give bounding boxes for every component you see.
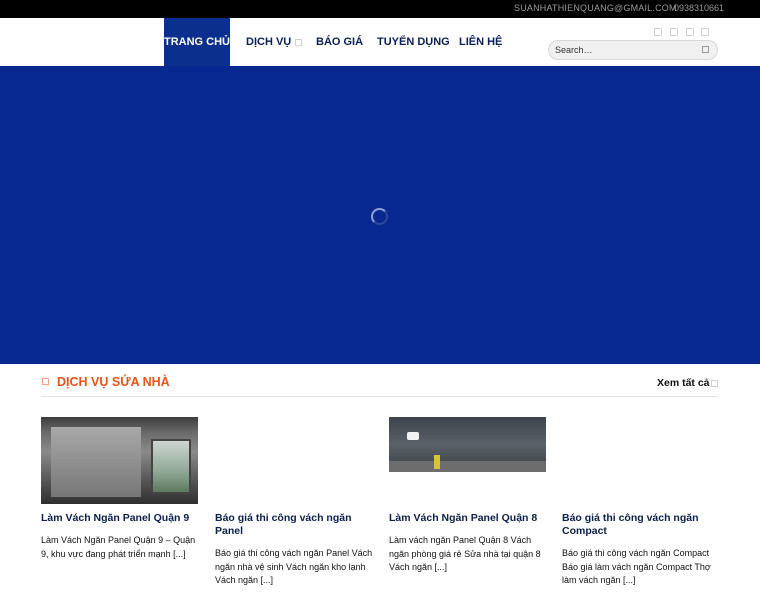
nav-item-recruitment[interactable]: TUYỂN DỤNG [377, 18, 450, 66]
email-icon[interactable] [701, 28, 709, 36]
search-icon[interactable] [702, 46, 709, 53]
thumb-window [151, 439, 191, 494]
post-thumbnail[interactable] [389, 417, 546, 472]
nav-item-pricing-label: BÁO GIÁ [316, 36, 364, 48]
nav-item-home-label: TRANG CHỦ [164, 36, 230, 48]
post-excerpt: Làm Vách Ngăn Panel Quận 9 – Quận 9, khu… [41, 535, 196, 559]
thumb-light [407, 432, 419, 440]
post-thumbnail[interactable] [41, 417, 198, 504]
nav-item-services[interactable]: DỊCH VỤ ▢ [246, 18, 303, 66]
twitter-icon[interactable] [686, 28, 694, 36]
search-input[interactable] [555, 43, 695, 57]
post-title[interactable]: Báo giá thi công vách ngăn Panel [215, 512, 373, 538]
main-header: TRANG CHỦ DỊCH VỤ ▢ BÁO GIÁ TUYỂN DỤNG LI… [0, 18, 760, 66]
post-title[interactable]: Làm Vách Ngăn Panel Quận 8 [389, 512, 547, 525]
section-title: DỊCH VỤ SỬA NHÀ [57, 375, 170, 389]
thumb-worker [434, 455, 440, 469]
instagram-icon[interactable] [670, 28, 678, 36]
nav-item-services-label: DỊCH VỤ [246, 36, 292, 48]
search-box [548, 40, 718, 60]
post-title[interactable]: Làm Vách Ngăn Panel Quận 9 [41, 512, 199, 525]
section-bullet-icon [42, 378, 49, 385]
nav-item-recruitment-label: TUYỂN DỤNG [377, 36, 450, 48]
contact-email[interactable]: SUANHATHIENQUANG@GMAIL.COM [514, 3, 677, 13]
nav-item-pricing[interactable]: BÁO GIÁ [316, 18, 363, 66]
view-all-link[interactable]: Xem tất cả [657, 377, 710, 389]
thumb-panel [51, 427, 141, 497]
nav-item-contact-label: LIÊN HỆ [459, 36, 503, 48]
loading-spinner-icon [371, 208, 388, 225]
contact-phone[interactable]: 0938310661 [674, 3, 724, 13]
nav-item-home[interactable]: TRANG CHỦ [164, 18, 230, 66]
post-excerpt: Báo giá thi công vách ngăn Compact Báo g… [562, 548, 711, 585]
post-excerpt: Báo giá thi công vách ngăn Panel Vách ng… [215, 548, 373, 585]
post-title[interactable]: Báo giá thi công vách ngăn Compact [562, 512, 720, 538]
chevron-right-icon[interactable] [711, 380, 718, 387]
chevron-down-icon: ▢ [294, 37, 303, 47]
section-divider [41, 396, 718, 397]
facebook-icon[interactable] [654, 28, 662, 36]
thumb-floor [389, 461, 546, 472]
post-excerpt: Làm vách ngăn Panel Quận 8 Vách ngăn phò… [389, 535, 541, 572]
top-bar: SUANHATHIENQUANG@GMAIL.COM 0938310661 [0, 0, 760, 18]
nav-item-contact[interactable]: LIÊN HỆ [459, 18, 502, 66]
